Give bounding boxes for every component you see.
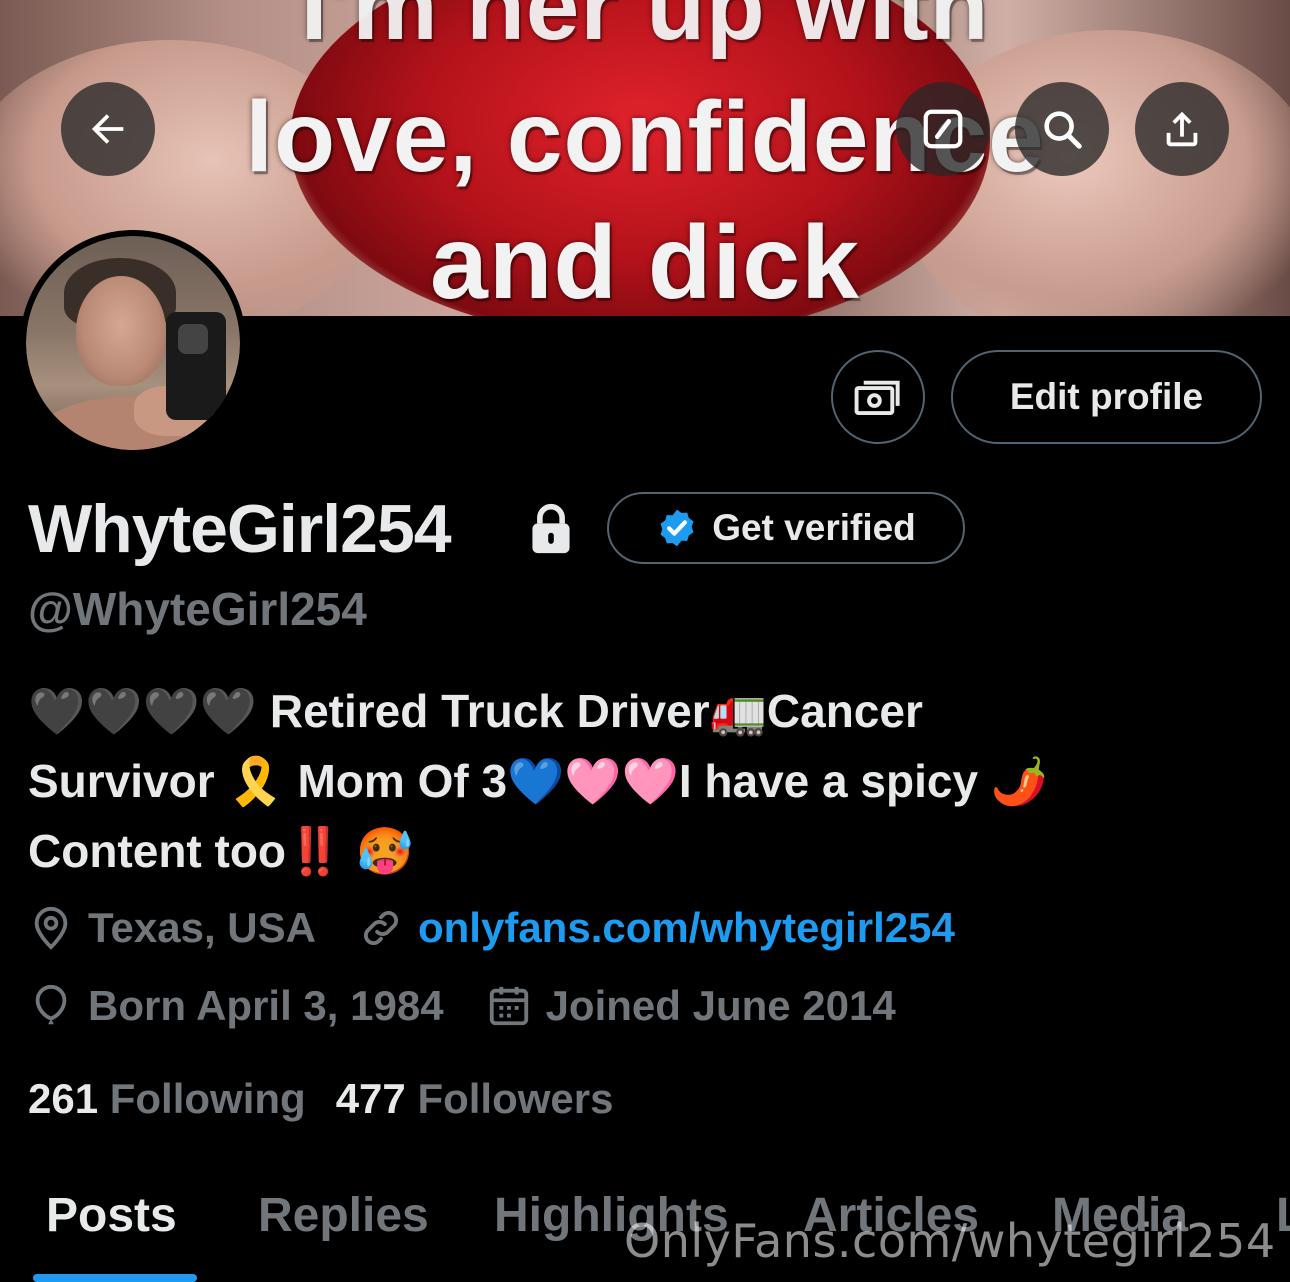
link-icon bbox=[363, 910, 399, 946]
edit-square-icon bbox=[923, 109, 963, 149]
get-verified-label: Get verified bbox=[712, 507, 916, 548]
followers-label: Followers bbox=[417, 1075, 614, 1122]
search-button[interactable] bbox=[1015, 82, 1109, 176]
joined-text: Joined June 2014 bbox=[545, 982, 896, 1029]
balloon-icon bbox=[35, 984, 67, 1025]
banner-text-line1: I'm her up with bbox=[300, 0, 990, 60]
following-label: Following bbox=[109, 1075, 306, 1122]
share-button[interactable] bbox=[1135, 82, 1229, 176]
bio-line-2: Survivor 🎗️ Mom Of 3💙🩷🩷I have a spicy 🌶️ bbox=[28, 755, 1049, 807]
tab-posts[interactable]: Posts bbox=[46, 1188, 177, 1243]
tips-button[interactable] bbox=[831, 350, 925, 444]
profile-bio: 🖤🖤🖤🖤 Retired Truck Driver🚛Cancer Survivo… bbox=[28, 676, 1228, 886]
lock-icon bbox=[532, 504, 570, 554]
edit-profile-button[interactable]: Edit profile bbox=[951, 350, 1262, 444]
location-text: Texas, USA bbox=[88, 904, 316, 951]
profile-avatar[interactable] bbox=[20, 230, 246, 456]
followers-link[interactable]: 477 Followers bbox=[336, 1075, 614, 1123]
avatar-photo bbox=[26, 236, 240, 450]
get-verified-button[interactable]: Get verified bbox=[607, 492, 965, 564]
tab-likes[interactable]: L bbox=[1276, 1188, 1290, 1243]
tab-replies[interactable]: Replies bbox=[258, 1188, 429, 1243]
website-link[interactable]: onlyfans.com/whytegirl254 bbox=[418, 904, 955, 952]
profile-meta-row-1: Texas, USA onlyfans.com/whytegirl254 bbox=[28, 904, 955, 952]
profile-meta-row-2: Born April 3, 1984 Joined June 2014 bbox=[28, 982, 896, 1030]
followers-count: 477 bbox=[335, 1075, 406, 1122]
search-icon bbox=[1044, 111, 1082, 149]
share-upload-icon bbox=[1166, 111, 1198, 147]
following-link[interactable]: 261 Following bbox=[28, 1075, 306, 1123]
money-tip-icon bbox=[854, 380, 900, 416]
user-handle: @WhyteGirl254 bbox=[28, 583, 367, 635]
following-count: 261 bbox=[28, 1075, 99, 1122]
back-button[interactable] bbox=[61, 82, 155, 176]
calendar-icon bbox=[489, 986, 528, 1026]
arrow-left-icon bbox=[91, 114, 124, 144]
follow-stats: 261 Following 477 Followers bbox=[28, 1075, 614, 1123]
bio-line-3: Content too‼️ 🥵 bbox=[28, 825, 414, 877]
drafts-button[interactable] bbox=[896, 82, 990, 176]
verified-badge-icon bbox=[660, 509, 694, 547]
watermark-text: OnlyFans.com/whytegirl254 bbox=[624, 1214, 1276, 1268]
display-name: WhyteGirl254 bbox=[28, 491, 452, 567]
birthday-text: Born April 3, 1984 bbox=[88, 982, 444, 1029]
active-tab-indicator bbox=[33, 1274, 197, 1282]
bio-line-1: 🖤🖤🖤🖤 Retired Truck Driver🚛Cancer bbox=[28, 685, 923, 737]
location-pin-icon bbox=[34, 906, 68, 950]
